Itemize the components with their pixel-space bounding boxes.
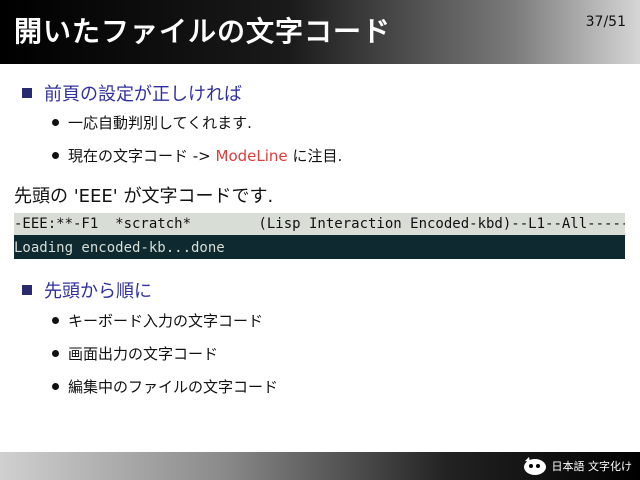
list-item: 画面出力の文字コード [52, 343, 218, 364]
list-item-text: 画面出力の文字コード [68, 345, 219, 363]
emacs-modeline: -EEE:**-F1 *scratch* (Lisp Interaction E… [14, 213, 625, 235]
bullet-icon [52, 317, 59, 324]
logo-mark-icon [523, 457, 546, 475]
logo-text: 日本語 文字化け [551, 459, 633, 473]
square-bullet-icon [22, 88, 32, 98]
bullet-icon [52, 350, 59, 357]
paragraph-text: 先頭の 'EEE' が文字コードです. [14, 186, 274, 207]
slide-header: 開いたファイルの文字コード 37/51 [0, 0, 640, 64]
list-item: 一応自動判別してくれます. [52, 112, 252, 133]
list-item-text: 一応自動判別してくれます. [68, 114, 252, 132]
slide-title: 開いたファイルの文字コード [14, 15, 392, 48]
page-number: 37/51 [585, 14, 626, 30]
list-item: 現在の文字コード -> ModeLine に注目. [52, 145, 342, 166]
square-bullet-icon [22, 285, 32, 295]
section-heading-2: 先頭から順に [22, 277, 152, 303]
list-item: キーボード入力の文字コード [52, 310, 263, 331]
section-heading-2-text: 先頭から順に [44, 281, 152, 302]
bullet-icon [52, 119, 59, 126]
footer-logo: 日本語 文字化け [522, 454, 633, 478]
list-item-suffix: に注目. [287, 147, 343, 165]
modeline-highlight: ModeLine [215, 146, 288, 165]
bullet-icon [52, 383, 59, 390]
bullet-icon [52, 152, 59, 159]
slide-footer: 日本語 文字化け [0, 452, 640, 480]
list-item: 編集中のファイルの文字コード [52, 376, 278, 397]
emacs-echo-area: Loading encoded-kb...done [14, 240, 225, 256]
list-item-text: キーボード入力の文字コード [68, 312, 264, 330]
emacs-screenshot: -EEE:**-F1 *scratch* (Lisp Interaction E… [14, 213, 625, 259]
list-item-text: 編集中のファイルの文字コード [68, 378, 279, 396]
section-heading-1-text: 前頁の設定が正しければ [44, 84, 242, 105]
section-heading-1: 前頁の設定が正しければ [22, 80, 242, 106]
list-item-prefix: 現在の文字コード -> [68, 147, 216, 165]
